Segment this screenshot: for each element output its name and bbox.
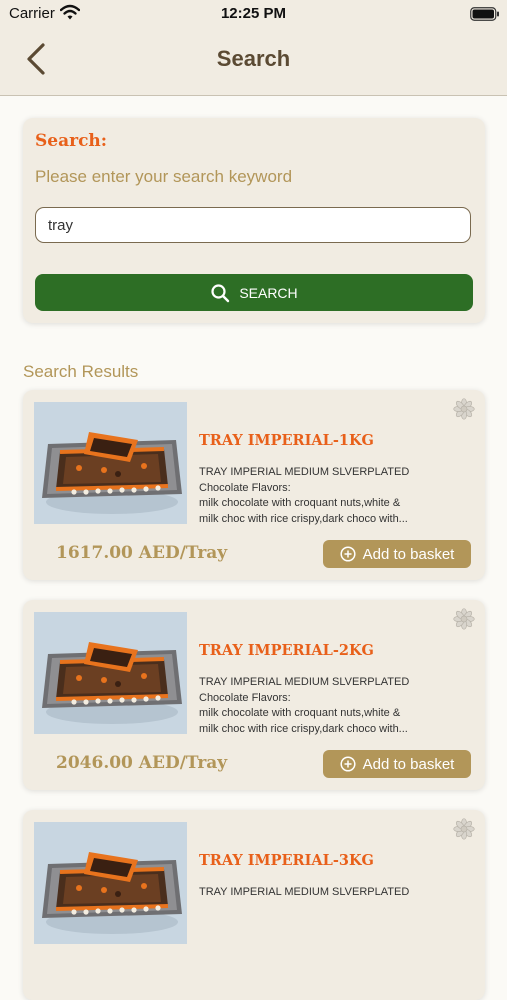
search-heading: Search: [35,131,108,151]
nav-bar: Search [0,30,507,96]
flower-icon[interactable] [453,818,475,840]
search-button-label: SEARCH [239,284,298,301]
product-image [34,402,187,524]
page-title: Search [216,46,291,71]
results-title: Search Results [23,362,139,381]
description-line: milk chocolate with croquant nuts,white … [199,497,401,509]
search-hint: Please enter your search keyword [35,167,293,186]
product-price: 2046.00 AED/Tray [56,753,228,773]
add-to-basket-label: Add to basket [362,545,455,563]
description-line: TRAY IMPERIAL MEDIUM SLVERPLATED [199,676,410,688]
search-card: Search: Please enter your search keyword… [23,118,485,323]
plus-circle-icon [340,546,356,562]
description-line: Chocolate Flavors: [199,481,291,494]
product-price: 1617.00 AED/Tray [56,543,228,563]
status-time: 12:25 PM [220,5,287,22]
status-bar: Carrier 12:25 PM [0,0,507,30]
add-to-basket-button[interactable]: Add to basket [323,540,471,568]
flower-icon[interactable] [453,398,475,420]
product-name: TRAY IMPERIAL-2KG [199,642,374,659]
product-card[interactable]: TRAY IMPERIAL-3KG TRAY IMPERIAL MEDIUM S… [23,810,485,1000]
product-name: TRAY IMPERIAL-1KG [199,432,374,449]
description-line: milk choc with rice crispy,dark choco wi… [199,512,408,525]
product-name: TRAY IMPERIAL-3KG [199,852,374,869]
product-card[interactable]: TRAY IMPERIAL-2KG TRAY IMPERIAL MEDIUM S… [23,600,485,790]
flower-icon[interactable] [453,608,475,630]
product-image [34,822,187,944]
description-line: Chocolate Flavors: [199,691,291,704]
description-line: milk choc with rice crispy,dark choco wi… [199,722,408,735]
battery-icon [470,7,499,21]
add-to-basket-label: Add to basket [362,755,455,773]
product-description: TRAY IMPERIAL MEDIUM SLVERPLATED Chocola… [199,675,461,737]
product-card[interactable]: TRAY IMPERIAL-1KG TRAY IMPERIAL MEDIUM S… [23,390,485,580]
plus-circle-icon [340,756,356,772]
search-button[interactable]: SEARCH [35,274,473,311]
description-line: TRAY IMPERIAL MEDIUM SLVERPLATED [199,466,410,478]
search-input[interactable] [35,207,471,243]
description-line: TRAY IMPERIAL MEDIUM SLVERPLATED [199,886,410,898]
product-description: TRAY IMPERIAL MEDIUM SLVERPLATED Chocola… [199,465,461,527]
search-icon [211,283,230,302]
description-line: milk chocolate with croquant nuts,white … [199,707,401,719]
product-image [34,612,187,734]
product-description: TRAY IMPERIAL MEDIUM SLVERPLATED [199,885,461,901]
add-to-basket-button[interactable]: Add to basket [323,750,471,778]
